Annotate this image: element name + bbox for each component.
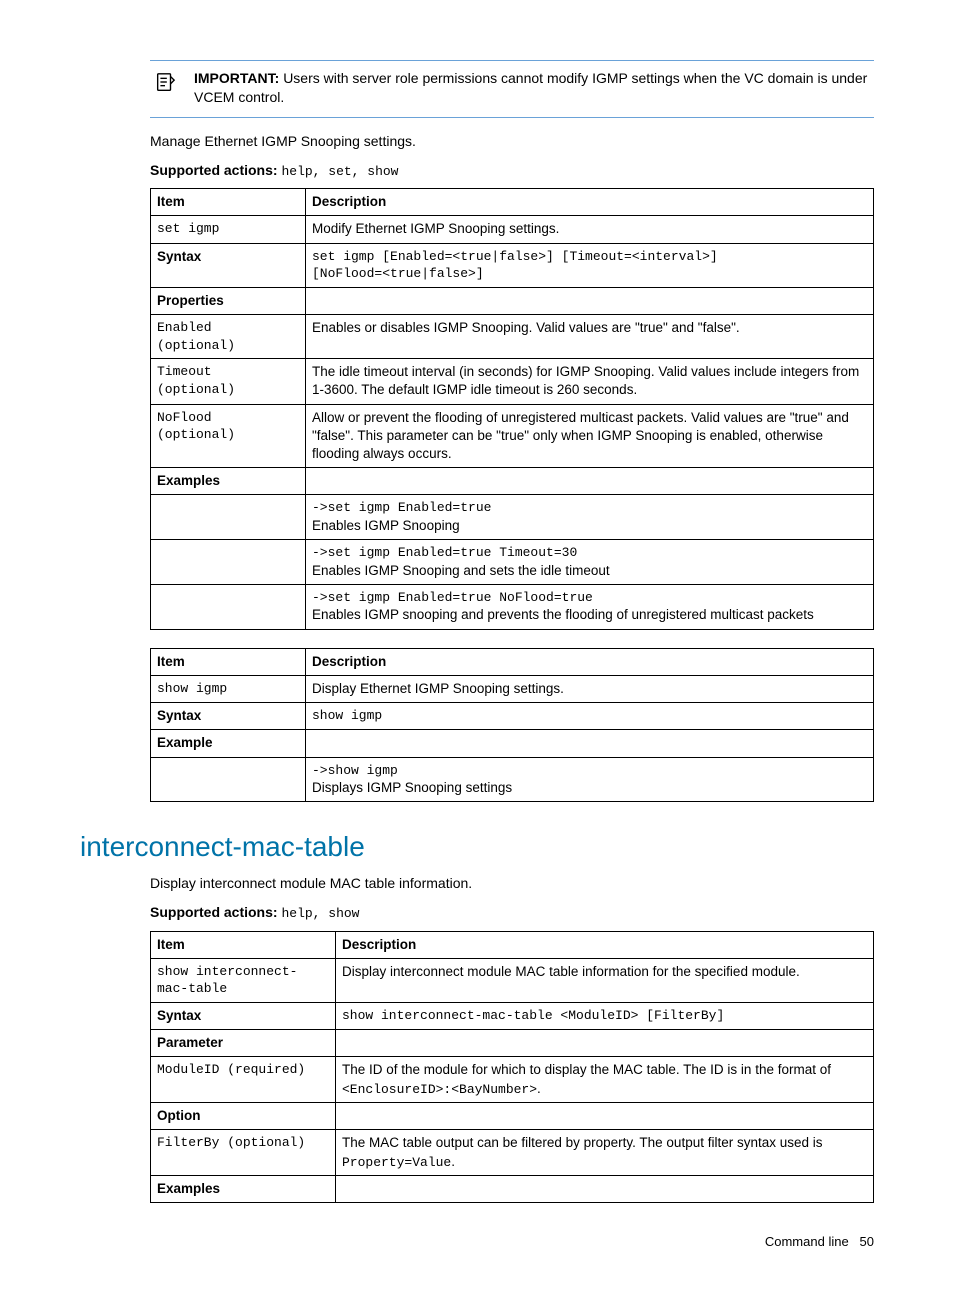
important-text: Users with server role permissions canno…: [194, 70, 867, 105]
table-row: show interconnect- mac-table Display int…: [151, 958, 874, 1002]
table-set-igmp: Item Description set igmp Modify Etherne…: [150, 188, 874, 629]
table-row: ModuleID (required) The ID of the module…: [151, 1057, 874, 1103]
col-item: Item: [151, 931, 336, 958]
table-header-row: Item Description: [151, 931, 874, 958]
table-row: Syntax show igmp: [151, 703, 874, 730]
table-row: Option: [151, 1103, 874, 1130]
table-row: Enabled (optional) Enables or disables I…: [151, 314, 874, 358]
table-row: NoFlood (optional) Allow or prevent the …: [151, 404, 874, 468]
table-row: ->show igmp Displays IGMP Snooping setti…: [151, 757, 874, 802]
table-row: ->set igmp Enabled=true Enables IGMP Sno…: [151, 495, 874, 540]
col-item: Item: [151, 648, 306, 675]
table-interconnect: Item Description show interconnect- mac-…: [150, 931, 874, 1204]
col-item: Item: [151, 189, 306, 216]
table-row: Examples: [151, 1176, 874, 1203]
section-title-interconnect: interconnect-mac-table: [80, 828, 874, 866]
table-row: Syntax show interconnect-mac-table <Modu…: [151, 1002, 874, 1029]
table-row: ->set igmp Enabled=true Timeout=30 Enabl…: [151, 540, 874, 585]
table-header-row: Item Description: [151, 189, 874, 216]
important-icon: [150, 69, 194, 93]
important-label: IMPORTANT:: [194, 70, 279, 86]
col-description: Description: [306, 648, 874, 675]
supported-actions-igmp: Supported actions: help, set, show: [150, 161, 874, 181]
col-description: Description: [336, 931, 874, 958]
footer-label: Command line: [765, 1234, 849, 1249]
col-description: Description: [306, 189, 874, 216]
table-row: Examples: [151, 468, 874, 495]
important-note: IMPORTANT: Users with server role permis…: [150, 60, 874, 118]
table-row: FilterBy (optional) The MAC table output…: [151, 1130, 874, 1176]
table-row: show igmp Display Ethernet IGMP Snooping…: [151, 675, 874, 702]
igmp-intro: Manage Ethernet IGMP Snooping settings.: [150, 132, 874, 151]
table-row: Parameter: [151, 1030, 874, 1057]
interconnect-intro: Display interconnect module MAC table in…: [150, 874, 874, 893]
table-row: Example: [151, 730, 874, 757]
page-footer: Command line 50: [80, 1233, 874, 1251]
table-row: set igmp Modify Ethernet IGMP Snooping s…: [151, 216, 874, 243]
table-row: Properties: [151, 287, 874, 314]
supported-actions-interconnect: Supported actions: help, show: [150, 903, 874, 923]
table-show-igmp: Item Description show igmp Display Ether…: [150, 648, 874, 803]
table-row: Timeout (optional) The idle timeout inte…: [151, 359, 874, 404]
page-number: 50: [860, 1234, 874, 1249]
table-row: Syntax set igmp [Enabled=<true|false>] […: [151, 243, 874, 287]
table-row: ->set igmp Enabled=true NoFlood=true Ena…: [151, 584, 874, 629]
table-header-row: Item Description: [151, 648, 874, 675]
